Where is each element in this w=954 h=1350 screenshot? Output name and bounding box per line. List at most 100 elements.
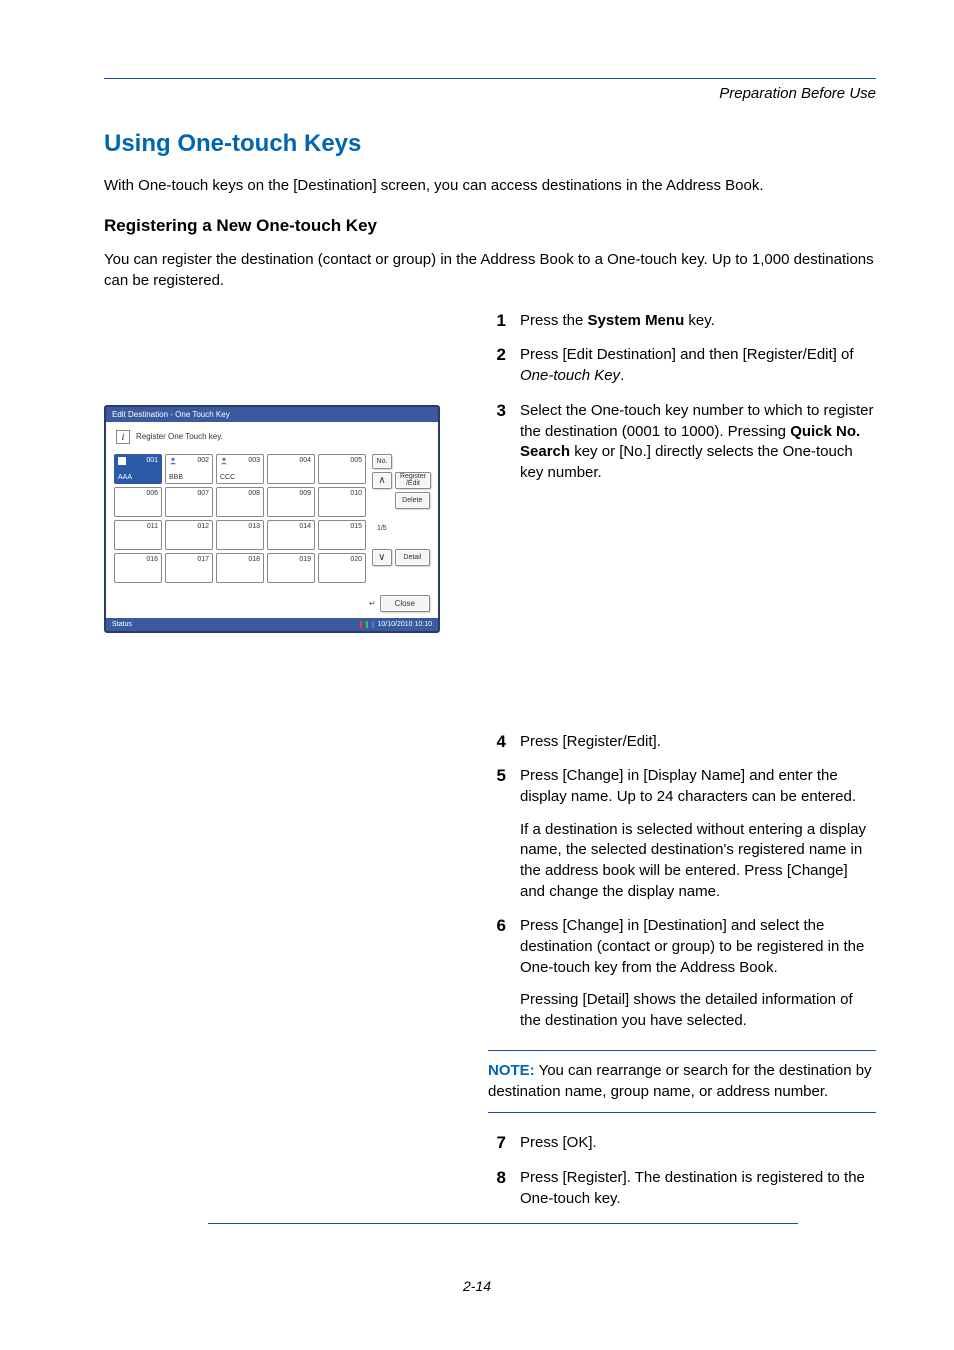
key-number: 009 xyxy=(299,490,311,497)
contact-icon xyxy=(169,457,177,465)
step-text: Press [Register/Edit]. xyxy=(520,732,876,753)
step-text: Press [Edit Destination] and then [Regis… xyxy=(520,345,876,386)
onetouch-key-020[interactable]: 020 xyxy=(318,553,366,583)
scroll-up-button[interactable]: ∧ xyxy=(372,472,392,489)
onetouch-key-011[interactable]: 011 xyxy=(114,520,162,550)
contact-icon xyxy=(220,457,228,465)
key-number: 001 xyxy=(146,457,158,464)
right-column: 1 Press the System Menu key. 2 Press [Ed… xyxy=(488,311,876,1224)
step-8: 8 Press [Register]. The destination is r… xyxy=(488,1168,876,1209)
step-number: 6 xyxy=(488,916,520,1031)
key-label: BBB xyxy=(169,474,183,481)
onetouch-key-006[interactable]: 006 xyxy=(114,487,162,517)
onetouch-key-003[interactable]: 003 CCC xyxy=(216,454,264,484)
key-label: AAA xyxy=(118,474,132,481)
page-number: 2-14 xyxy=(0,1278,954,1294)
key-number: 011 xyxy=(147,523,158,530)
key-number: 007 xyxy=(197,490,209,497)
step-list-cont2: 7 Press [OK]. 8 Press [Register]. The de… xyxy=(488,1133,876,1209)
status-indicator-icon xyxy=(366,621,368,628)
status-indicator-icon xyxy=(372,621,374,628)
note-block: NOTE: You can rearrange or search for th… xyxy=(488,1050,876,1113)
step-3: 3 Select the One-touch key number to whi… xyxy=(488,401,876,484)
step-7: 7 Press [OK]. xyxy=(488,1133,876,1154)
step-number: 1 xyxy=(488,311,520,332)
step-list-cont: 4 Press [Register/Edit]. 5 Press [Change… xyxy=(488,732,876,1032)
onetouch-key-grid: 001 AAA 002 BBB 003 CCC xyxy=(114,454,366,583)
panel-side-controls: No. ∧ Register /Edit Delete xyxy=(372,454,430,583)
delete-button[interactable]: Delete xyxy=(395,492,430,509)
step-2: 2 Press [Edit Destination] and then [Reg… xyxy=(488,345,876,386)
header-rule xyxy=(104,78,876,79)
step-1: 1 Press the System Menu key. xyxy=(488,311,876,332)
onetouch-key-018[interactable]: 018 xyxy=(216,553,264,583)
key-number: 004 xyxy=(299,457,311,464)
scroll-down-button[interactable]: ∨ xyxy=(372,549,392,566)
running-header: Preparation Before Use xyxy=(104,85,876,102)
step-text: Press [Register]. The destination is reg… xyxy=(520,1168,876,1209)
edit-destination-panel: Edit Destination - One Touch Key i Regis… xyxy=(104,405,440,633)
onetouch-key-019[interactable]: 019 xyxy=(267,553,315,583)
onetouch-key-016[interactable]: 016 xyxy=(114,553,162,583)
contact-icon xyxy=(118,457,126,465)
onetouch-key-015[interactable]: 015 xyxy=(318,520,366,550)
onetouch-key-009[interactable]: 009 xyxy=(267,487,315,517)
step-text: Press [Change] in [Display Name] and ent… xyxy=(520,766,876,902)
step-6: 6 Press [Change] in [Destination] and se… xyxy=(488,916,876,1031)
key-number: 008 xyxy=(248,490,260,497)
key-number: 013 xyxy=(248,523,260,530)
panel-status-bar: Status 10/10/2010 10:10 xyxy=(106,618,438,631)
spacer xyxy=(488,498,876,732)
onetouch-key-008[interactable]: 008 xyxy=(216,487,264,517)
onetouch-key-014[interactable]: 014 xyxy=(267,520,315,550)
step-text: Select the One-touch key number to which… xyxy=(520,401,876,484)
panel-header-text: Register One Touch key. xyxy=(136,432,223,441)
key-number: 016 xyxy=(146,556,158,563)
onetouch-key-007[interactable]: 007 xyxy=(165,487,213,517)
two-column-layout: Edit Destination - One Touch Key i Regis… xyxy=(104,311,876,1224)
step-5: 5 Press [Change] in [Display Name] and e… xyxy=(488,766,876,902)
step-list: 1 Press the System Menu key. 2 Press [Ed… xyxy=(488,311,876,484)
note-text: You can rearrange or search for the dest… xyxy=(488,1062,872,1100)
step-4: 4 Press [Register/Edit]. xyxy=(488,732,876,753)
panel-titlebar: Edit Destination - One Touch Key xyxy=(106,407,438,422)
detail-button[interactable]: Detail xyxy=(395,549,430,566)
key-number: 019 xyxy=(299,556,311,563)
key-number: 015 xyxy=(350,523,362,530)
status-right: 10/10/2010 10:10 xyxy=(360,621,433,628)
no-button[interactable]: No. xyxy=(372,454,392,469)
page-title: Using One-touch Keys xyxy=(104,130,876,158)
key-number: 005 xyxy=(350,457,362,464)
onetouch-key-017[interactable]: 017 xyxy=(165,553,213,583)
step-number: 3 xyxy=(488,401,520,484)
onetouch-key-001[interactable]: 001 AAA xyxy=(114,454,162,484)
close-button[interactable]: Close xyxy=(380,595,430,612)
key-number: 017 xyxy=(197,556,209,563)
enter-icon: ↵ xyxy=(369,599,376,608)
step-number: 4 xyxy=(488,732,520,753)
info-icon: i xyxy=(116,430,130,444)
onetouch-key-005[interactable]: 005 xyxy=(318,454,366,484)
step-text: Press [Change] in [Destination] and sele… xyxy=(520,916,876,1031)
onetouch-key-012[interactable]: 012 xyxy=(165,520,213,550)
status-label: Status xyxy=(112,621,132,628)
onetouch-key-002[interactable]: 002 BBB xyxy=(165,454,213,484)
key-label: CCC xyxy=(220,474,235,481)
onetouch-key-013[interactable]: 013 xyxy=(216,520,264,550)
step-number: 2 xyxy=(488,345,520,386)
key-number: 002 xyxy=(197,457,209,464)
key-number: 006 xyxy=(146,490,158,497)
key-number: 012 xyxy=(197,523,209,530)
step-text: Press the System Menu key. xyxy=(520,311,876,332)
footer-rule xyxy=(208,1223,798,1224)
status-indicator-icon xyxy=(360,621,362,628)
panel-footer: ↵ Close xyxy=(106,589,438,618)
onetouch-key-010[interactable]: 010 xyxy=(318,487,366,517)
left-column: Edit Destination - One Touch Key i Regis… xyxy=(104,311,464,1224)
section-heading: Registering a New One-touch Key xyxy=(104,216,876,236)
panel-body: 001 AAA 002 BBB 003 CCC xyxy=(106,454,438,589)
step-number: 8 xyxy=(488,1168,520,1209)
onetouch-key-004[interactable]: 004 xyxy=(267,454,315,484)
register-edit-button[interactable]: Register /Edit xyxy=(395,472,431,489)
status-datetime: 10/10/2010 10:10 xyxy=(378,621,433,628)
